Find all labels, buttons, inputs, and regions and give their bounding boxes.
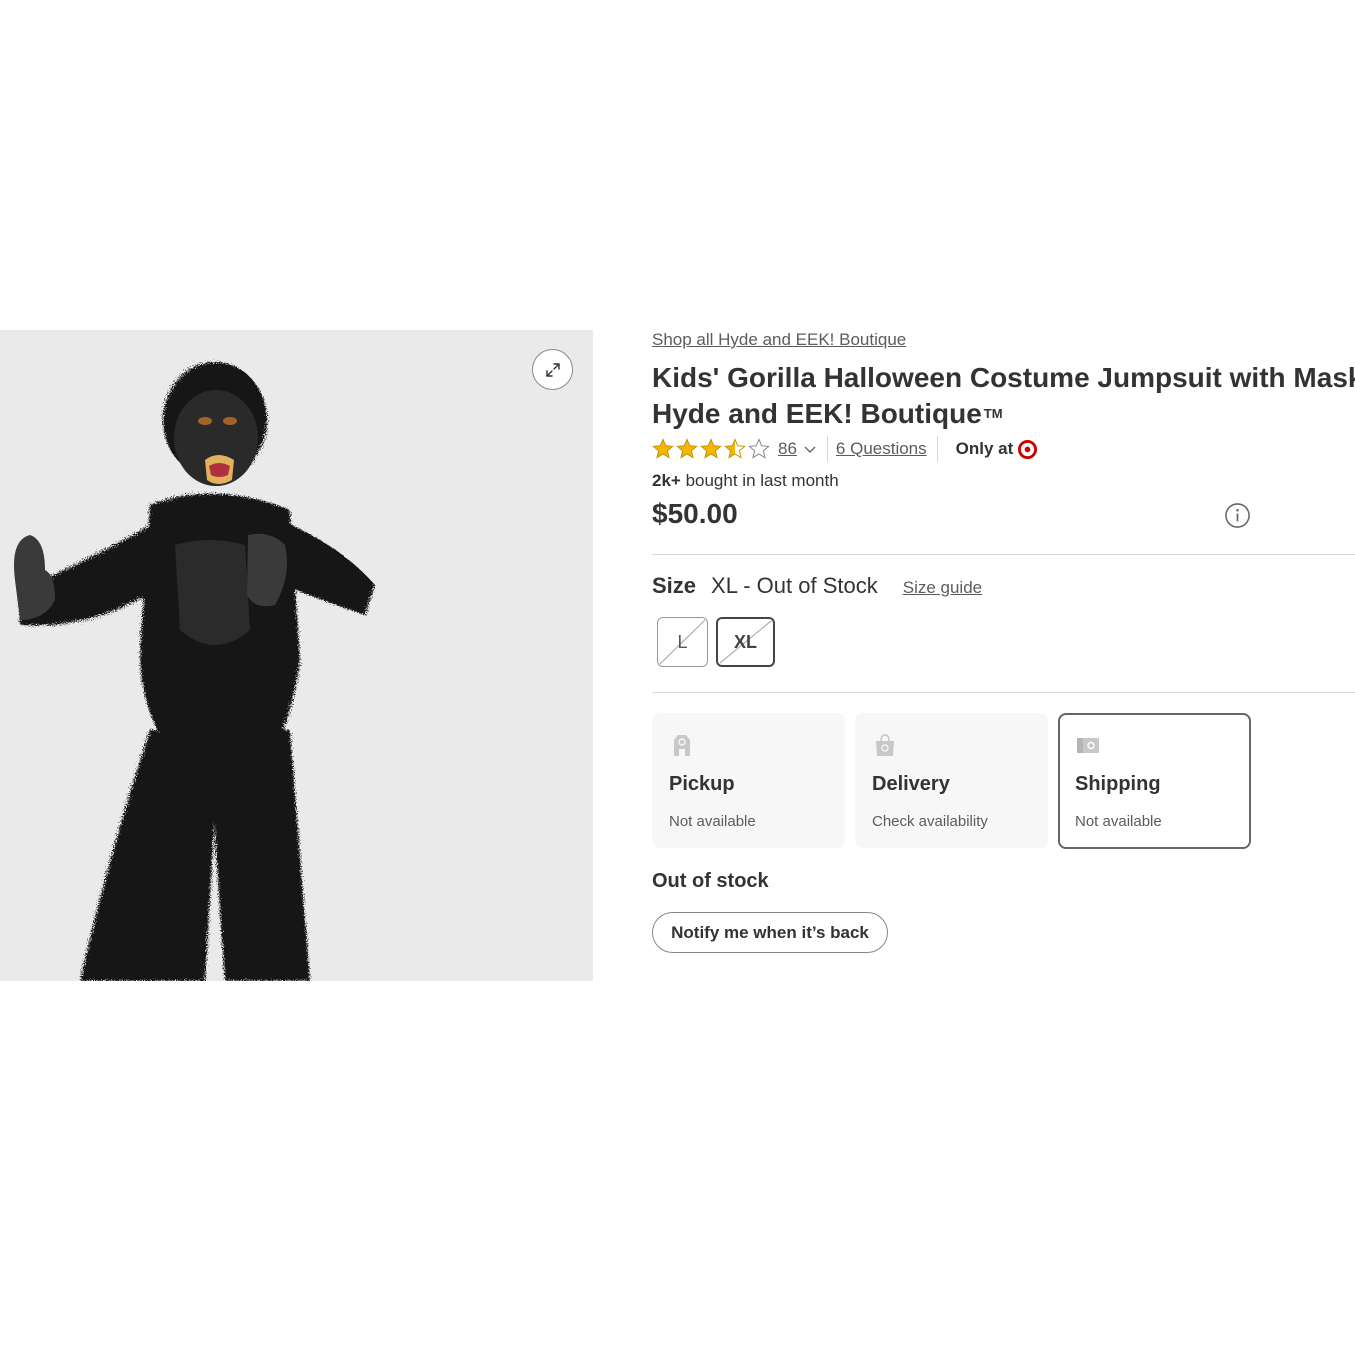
size-label: Size [652, 573, 697, 598]
expand-icon [545, 362, 560, 377]
size-guide-link[interactable]: Size guide [903, 578, 982, 598]
star-icon [700, 438, 722, 459]
selected-size: XL - Out of Stock [711, 573, 878, 598]
stock-status: Out of stock [652, 870, 769, 892]
product-title-line-2: Hyde and EEK! Boutique TM [652, 396, 1355, 432]
fulfillment-title: Pickup [669, 773, 735, 795]
gorilla-costume-photo [14, 362, 375, 981]
shipping-box-icon [1077, 738, 1099, 753]
expand-image-button[interactable] [532, 349, 573, 390]
info-icon[interactable] [1224, 502, 1251, 529]
shopping-bag-icon [876, 734, 894, 756]
fulfillment-card-delivery[interactable]: Delivery Check availability [855, 713, 1048, 848]
fulfillment-card-pickup[interactable]: Pickup Not available [652, 713, 845, 848]
fulfillment-status: Not available [669, 813, 756, 830]
fulfillment-status: Not available [1075, 813, 1162, 830]
product-image[interactable] [0, 330, 593, 981]
fulfillment-title: Shipping [1075, 773, 1161, 795]
purchase-count-number: 2k+ [652, 471, 681, 490]
size-option-label: L [677, 631, 688, 652]
purchase-count-label: bought in last month [680, 471, 839, 490]
purchase-count: 2k+ bought in last month [652, 471, 839, 491]
product-title: Kids' Gorilla Halloween Costume Jumpsuit… [652, 360, 1355, 432]
star-icon [676, 438, 698, 459]
rating-row: 86 6 Questions Only at [652, 436, 1038, 462]
price: $50.00 [652, 498, 738, 529]
divider [936, 436, 938, 462]
review-count-link[interactable]: 86 [778, 439, 797, 459]
product-title-brand: Hyde and EEK! Boutique [652, 398, 982, 429]
store-icon [674, 735, 690, 756]
divider [652, 554, 1355, 555]
only-at-label: Only at [955, 439, 1014, 458]
divider [826, 436, 828, 462]
star-icon [748, 438, 770, 459]
fulfillment-status: Check availability [872, 813, 988, 830]
size-option-l[interactable]: L [657, 617, 708, 667]
size-selector-header: Size XL - Out of Stock Size guide [652, 573, 982, 599]
star-icon [724, 438, 746, 459]
trademark-symbol: TM [983, 406, 1003, 421]
size-option-label: XL [733, 631, 757, 652]
star-rating[interactable] [652, 438, 770, 460]
size-option-xl[interactable]: XL [716, 617, 775, 667]
divider [652, 692, 1355, 693]
fulfillment-title: Delivery [872, 773, 950, 795]
questions-link[interactable]: 6 Questions [836, 439, 927, 459]
notify-me-button[interactable]: Notify me when it’s back [652, 912, 888, 953]
product-title-line-1: Kids' Gorilla Halloween Costume Jumpsuit… [652, 362, 1355, 393]
fulfillment-card-shipping[interactable]: Shipping Not available [1058, 713, 1251, 849]
brand-link[interactable]: Shop all Hyde and EEK! Boutique [652, 330, 906, 350]
star-icon [652, 438, 674, 459]
chevron-down-icon[interactable] [803, 442, 817, 456]
target-logo-icon [1018, 439, 1038, 459]
